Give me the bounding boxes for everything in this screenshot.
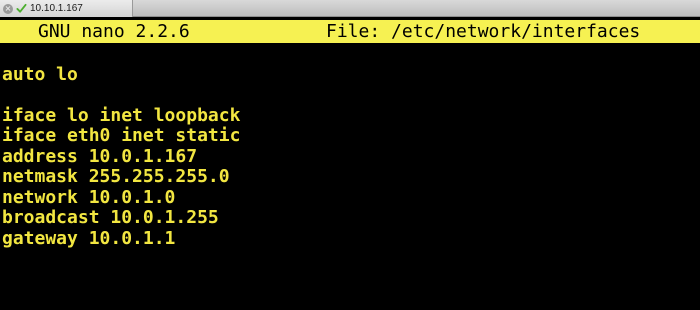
file-line: netmask 255.255.255.0	[2, 166, 230, 187]
file-line: auto lo	[2, 63, 78, 85]
file-line: network 10.0.1.0	[2, 186, 176, 208]
close-icon[interactable]: ×	[3, 3, 13, 14]
check-icon	[16, 3, 27, 13]
nano-version: GNU nano 2.2.6	[38, 21, 190, 42]
file-line: iface eth0 inet static	[2, 125, 241, 146]
file-line: iface lo inet loopback	[2, 104, 241, 126]
file-line	[2, 44, 240, 65]
file-line: gateway 10.0.1.1	[2, 227, 176, 249]
file-content[interactable]: auto lo iface lo inet loopback iface eth…	[2, 44, 240, 249]
tab-title: 10.10.1.167	[30, 3, 83, 14]
nano-header-bar: GNU nano 2.2.6 File: /etc/network/interf…	[0, 20, 700, 43]
file-line: address 10.0.1.167	[2, 145, 198, 167]
terminal-tab-bar: × 10.10.1.167	[0, 0, 700, 17]
terminal-tab[interactable]: × 10.10.1.167	[0, 0, 133, 17]
nano-editor[interactable]: GNU nano 2.2.6 File: /etc/network/interf…	[0, 17, 700, 310]
nano-file-label: File: /etc/network/interfaces	[326, 21, 641, 42]
file-line	[2, 85, 240, 106]
terminal-window: × 10.10.1.167 GNU nano 2.2.6 File: /etc/…	[0, 0, 700, 310]
file-line: broadcast 10.0.1.255	[2, 207, 219, 228]
